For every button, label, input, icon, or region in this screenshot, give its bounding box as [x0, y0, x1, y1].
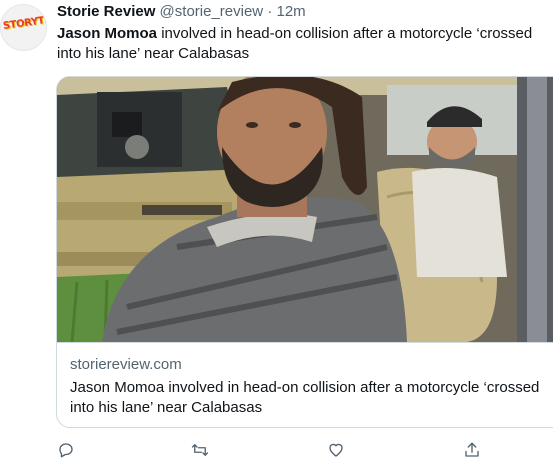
author-name[interactable]: Storie Review [57, 3, 155, 20]
tweet-text-bold: Jason Momoa [57, 25, 158, 42]
car-interior-photo [57, 77, 553, 342]
card-domain: storiereview.com [70, 356, 182, 373]
like-icon [329, 443, 343, 457]
retweet-button[interactable] [186, 436, 214, 464]
card-image[interactable] [57, 77, 553, 342]
author-handle[interactable]: @storie_review [160, 3, 264, 20]
link-card[interactable]: storiereview.com Jason Momoa involved in… [56, 76, 553, 428]
card-title: Jason Momoa involved in head-on collisio… [70, 379, 540, 416]
share-icon [465, 442, 479, 457]
avatar[interactable]: STORYTIME [0, 4, 47, 51]
avatar-logo-text: STORYTIME [2, 12, 47, 33]
retweet-icon [191, 444, 209, 456]
tweet-text: Jason Momoa involved in head-on collisio… [57, 24, 553, 64]
tweet-actions [0, 436, 553, 464]
separator: · [267, 3, 273, 20]
card-info[interactable]: storiereview.com Jason Momoa involved in… [57, 342, 553, 427]
tweet-header: Storie Review @storie_review · 12m [57, 2, 306, 22]
like-button[interactable] [322, 436, 350, 464]
timestamp[interactable]: 12m [276, 3, 305, 20]
reply-button[interactable] [52, 436, 80, 464]
share-button[interactable] [458, 436, 486, 464]
reply-icon [59, 443, 73, 458]
